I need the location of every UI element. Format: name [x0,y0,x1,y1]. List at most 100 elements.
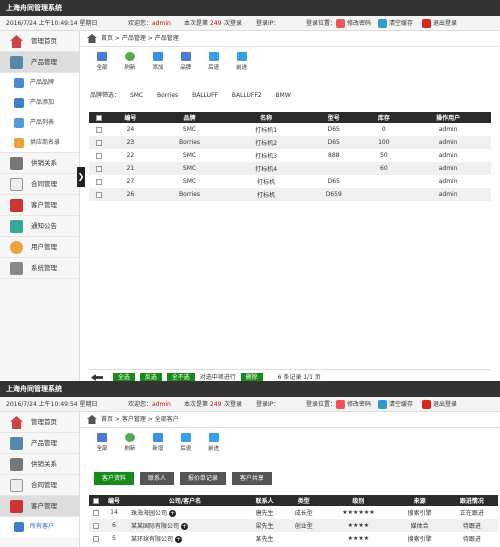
sidebar-subitem-add-product[interactable]: 产品添加 [0,93,79,113]
sidebar-subitem-suppliers[interactable]: 供应商名录 [0,133,79,153]
table-row[interactable]: 27 SMC 打标机 D65 admin [89,175,491,188]
sidebar-item-home[interactable]: 管理首页 [0,31,79,52]
back-button[interactable]: 后退 [173,433,199,452]
breadcrumb-item[interactable]: 首页 [101,416,113,423]
column-header: 编号 [109,112,152,123]
select-all-checkbox[interactable] [93,497,99,504]
sidebar-item-contracts[interactable]: 合同管理 [0,475,79,496]
breadcrumb-item[interactable]: 产品管理 [122,35,146,42]
clear-cache-button[interactable]: 清空缓存 [378,18,413,29]
select-all-checkbox[interactable] [96,114,102,121]
company-cell: 某某国际有限公司 + [125,519,245,532]
column-header: 联系人 [245,495,285,506]
company-name[interactable]: 某某国际有限公司 [131,523,179,530]
column-header: 名称 [227,112,306,123]
sidebar-item-label: 产品管理 [31,439,57,447]
breadcrumb-item[interactable]: 首页 [101,35,113,42]
sidebar-item-home[interactable]: 管理首页 [0,412,79,433]
table-row[interactable]: 26 Borries 打标机 D659 admin [89,188,491,201]
brand-button[interactable]: 品牌 [173,52,199,71]
row-checkbox[interactable] [96,126,102,133]
location-label: 登录位置： [306,20,337,27]
login-suffix: 次登录 [224,20,243,27]
brand-filter-option[interactable]: BMW [276,92,291,99]
refresh-button[interactable]: 刷新 [117,52,143,71]
sidebar-item-supply-relations[interactable]: 供销关系 [0,153,79,174]
invert-selection-button[interactable]: 反选 [139,373,162,381]
forward-button[interactable]: 前进 [201,433,227,452]
row-checkbox[interactable] [93,509,99,516]
table-cell [362,175,405,188]
tab-customer-info[interactable]: 客户资料 [94,472,135,485]
sidebar-item-products[interactable]: 产品管理 [0,433,79,454]
change-password-button[interactable]: 修改密码 [336,18,371,29]
brand-filter-option[interactable]: BALLUFF2 [232,92,262,99]
sidebar-subitem-label: 产品品牌 [30,79,55,86]
row-checkbox[interactable] [96,165,102,172]
toolbar-label: 前进 [208,446,220,452]
table-row[interactable]: 5 某环球有限公司 + 某先生 ★★★★ 搜索引擎 待跟进 [89,532,498,545]
show-all-button[interactable]: 全部 [89,433,115,452]
add-button[interactable]: 添加 [145,52,171,71]
sidebar-subitem-all-customers[interactable]: 所有客户 [0,517,79,537]
brand-filter-option[interactable]: Borries [157,92,178,99]
table-row[interactable]: 6 某某国际有限公司 + 梁先生 创业型 ★★★★ 媒体合 待跟进 [89,519,498,532]
row-checkbox[interactable] [96,178,102,185]
sidebar-item-customers[interactable]: 客户管理 [0,496,79,517]
sidebar: 管理首页 产品管理 产品品牌 产品添加 产品列表 供应商名录 供销关系 合同管理… [0,31,80,381]
plus-circle-icon[interactable]: + [181,523,189,530]
sidebar-item-notices[interactable]: 通知公告 [0,216,79,237]
plus-circle-icon[interactable]: + [175,536,183,543]
select-none-button[interactable]: 全不选 [166,373,195,381]
table-row[interactable]: 23 Borries 打标机2 D65 100 admin [89,136,491,149]
table-cell: SMC [182,152,197,159]
table-row[interactable]: 24 SMC 打标机1 D65 0 admin [89,123,491,136]
company-name[interactable]: 珠海海园公司 [131,510,167,517]
table-cell: 搜索引擎 [407,510,432,517]
sidebar-subitem-brands[interactable]: 产品品牌 [0,73,79,93]
table-cell [305,162,363,175]
brand-filter-option[interactable]: BALLUFF [192,92,218,99]
row-select-cell [89,162,109,175]
row-checkbox[interactable] [93,535,99,542]
sidebar-item-system[interactable]: 系统管理 [0,258,79,279]
logout-button[interactable]: 退出登录 [422,399,457,410]
show-all-button[interactable]: 全部 [89,52,115,71]
table-header-row: 编号 品牌 名称 型号 库存 操作用户 [89,112,491,123]
sidebar-subitem-product-list[interactable]: 产品列表 [0,113,79,133]
logout-button[interactable]: 退出登录 [422,18,457,29]
sidebar-item-products[interactable]: 产品管理 [0,52,79,73]
clear-cache-button[interactable]: 清空缓存 [378,399,413,410]
row-checkbox[interactable] [96,139,102,146]
company-name[interactable]: 某环球有限公司 [131,536,173,543]
back-button[interactable]: 后退 [201,52,227,71]
select-all-button[interactable]: 全选 [112,373,135,381]
brand-filter-option[interactable]: SMC [130,92,143,99]
tab-quotes[interactable]: 报价单记录 [179,472,226,485]
home-icon [10,416,23,429]
sidebar-subitem-label: 产品添加 [30,99,55,106]
forward-button[interactable]: 前进 [229,52,255,71]
tab-contacts[interactable]: 联系人 [139,472,174,485]
change-password-button[interactable]: 修改密码 [336,399,371,410]
sidebar-item-contracts[interactable]: 合同管理 [0,174,79,195]
location-label: 登录位置： [306,401,337,408]
sidebar-subitem-label: 供应商名录 [30,139,61,146]
refresh-button[interactable]: 刷新 [117,433,143,452]
row-checkbox[interactable] [96,191,102,198]
app-title: 上海舟同管理系统 [0,381,500,397]
table-cell: admin [405,136,491,149]
delete-button[interactable]: 删除 [240,373,263,381]
table-row[interactable]: 14 珠海海园公司 + 唐先生 成长型 ★★★★★★ 搜索引擎 正在跟进 [89,506,498,519]
new-button[interactable]: 新增 [145,433,171,452]
tab-customer-sharing[interactable]: 客户共享 [231,472,272,485]
row-checkbox[interactable] [96,152,102,159]
breadcrumb-item[interactable]: 客户管理 [122,416,146,423]
table-row[interactable]: 22 SMC 打标机3 888 50 admin [89,149,491,162]
sidebar-item-supply-relations[interactable]: 供销关系 [0,454,79,475]
sidebar-item-users[interactable]: 用户管理 [0,237,79,258]
table-row[interactable]: 21 SMC 打标机4 60 admin [89,162,491,175]
plus-circle-icon[interactable]: + [169,510,177,517]
row-checkbox[interactable] [93,522,99,529]
sidebar-item-customers[interactable]: 客户管理 [0,195,79,216]
